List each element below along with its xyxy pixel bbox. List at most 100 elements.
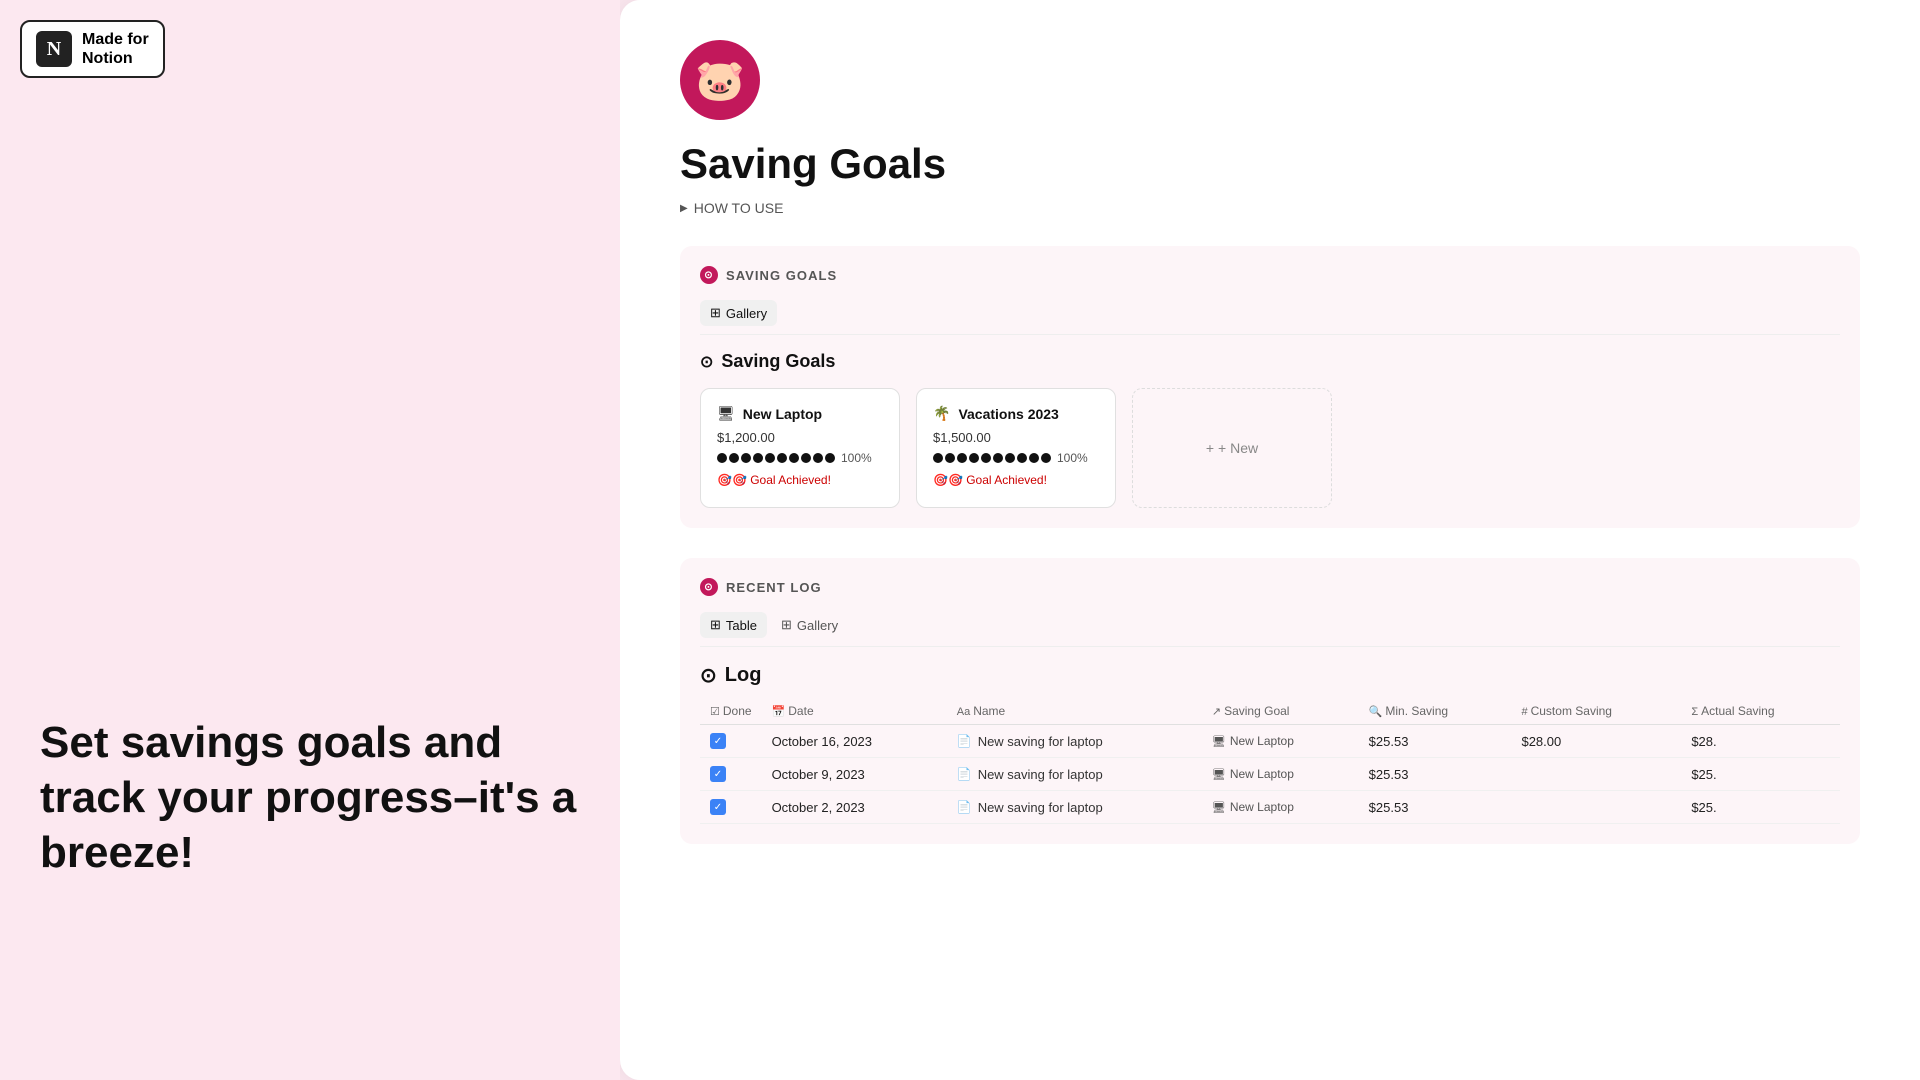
card-icon: 🌴 [933, 405, 950, 422]
gallery-tab[interactable]: ⊞ Gallery [700, 300, 777, 326]
recent-log-icon: ⊙ [700, 578, 718, 596]
th-min-saving: 🔍Min. Saving [1359, 698, 1512, 725]
dot [789, 453, 799, 463]
done-cell: ✓ [700, 725, 762, 758]
progress-pct: 100% [1057, 451, 1088, 465]
done-cell: ✓ [700, 758, 762, 791]
new-card-button[interactable]: + + New [1132, 388, 1332, 508]
date-cell: October 2, 2023 [762, 791, 947, 824]
card-amount: $1,200.00 [717, 430, 883, 445]
min-saving-cell: $25.53 [1359, 725, 1512, 758]
name-icon: 📄 [957, 734, 972, 748]
table-tab-label: Table [726, 618, 757, 633]
progress-pct: 100% [841, 451, 872, 465]
custom-saving-cell: $28.00 [1511, 725, 1681, 758]
card-title: Vacations 2023 [958, 406, 1058, 422]
page-content: 🐷 Saving Goals ▶ HOW TO USE ⊙ SAVING GOA… [620, 0, 1920, 1080]
dot [825, 453, 835, 463]
page-icon: 🐷 [680, 40, 760, 120]
progress-bar: 100% [933, 451, 1099, 465]
dot [945, 453, 955, 463]
th-actual-saving: ΣActual Saving [1681, 698, 1840, 725]
right-panel: 🐷 Saving Goals ▶ HOW TO USE ⊙ SAVING GOA… [620, 0, 1920, 1080]
date-cell: October 16, 2023 [762, 725, 947, 758]
name-icon: 📄 [957, 800, 972, 814]
saving-goal-icon: 🖥 [1212, 735, 1226, 748]
card-title-row: 🖥 New Laptop [717, 405, 883, 422]
card-vacations[interactable]: 🌴 Vacations 2023 $1,500.00 [916, 388, 1116, 508]
new-label: + New [1218, 440, 1258, 456]
table-tab[interactable]: ⊞ Table [700, 612, 767, 638]
progress-bar: 100% [717, 451, 883, 465]
actual-saving-cell: $28. [1681, 725, 1840, 758]
recent-log-label: RECENT LOG [726, 580, 822, 595]
th-done: ☑Done [700, 698, 762, 725]
dot [813, 453, 823, 463]
notion-badge: N Made for Notion [20, 20, 165, 78]
th-date: 📅Date [762, 698, 947, 725]
gallery-tab-icon: ⊞ [710, 305, 721, 321]
table-header-row: ☑Done 📅Date AaName ↗Saving Goal 🔍Min. Sa… [700, 698, 1840, 725]
custom-saving-cell [1511, 791, 1681, 824]
table-row: ✓ October 9, 2023 📄 New saving for lapto… [700, 758, 1840, 791]
name-cell: 📄 New saving for laptop [947, 725, 1202, 758]
saving-goal-icon: 🖥 [1212, 768, 1226, 781]
custom-saving-cell [1511, 758, 1681, 791]
dot [753, 453, 763, 463]
dot [969, 453, 979, 463]
log-heading-text: Log [725, 664, 762, 687]
saving-goal-cell: 🖥 New Laptop [1202, 758, 1359, 791]
table-tab-icon: ⊞ [710, 617, 721, 633]
recent-log-section: ⊙ RECENT LOG ⊞ Table ⊞ Gallery ⊙ Log [680, 558, 1860, 844]
name-cell: 📄 New saving for laptop [947, 791, 1202, 824]
card-title: New Laptop [743, 406, 822, 422]
plus-icon: + [1206, 440, 1214, 456]
dot [1041, 453, 1051, 463]
actual-saving-cell: $25. [1681, 791, 1840, 824]
dot [957, 453, 967, 463]
th-custom-saving: #Custom Saving [1511, 698, 1681, 725]
date-cell: October 9, 2023 [762, 758, 947, 791]
saving-goals-label: SAVING GOALS [726, 268, 837, 283]
notion-icon: N [36, 31, 72, 67]
card-title-row: 🌴 Vacations 2023 [933, 405, 1099, 422]
saving-goal-text: New Laptop [1230, 767, 1294, 781]
tagline: Set savings goals and track your progres… [40, 715, 580, 880]
min-saving-cell: $25.53 [1359, 791, 1512, 824]
goal-achieved: 🎯🎯 Goal Achieved! [933, 473, 1099, 487]
th-saving-goal: ↗Saving Goal [1202, 698, 1359, 725]
gallery-row: 🖥 New Laptop $1,200.00 [700, 388, 1840, 508]
done-cell: ✓ [700, 791, 762, 824]
saving-goal-text: New Laptop [1230, 734, 1294, 748]
saving-goals-section: ⊙ SAVING GOALS ⊞ Gallery ⊙ Saving Goals [680, 246, 1860, 528]
arrow-icon: ▶ [680, 203, 688, 214]
log-view-tabs: ⊞ Table ⊞ Gallery [700, 612, 1840, 647]
checkbox-checked: ✓ [710, 733, 726, 749]
saving-goal-icon: 🖥 [1212, 801, 1226, 814]
saving-goals-header: ⊙ SAVING GOALS [700, 266, 1840, 284]
left-panel: N Made for Notion Set savings goals and … [0, 0, 620, 1080]
saving-goal-cell: 🖥 New Laptop [1202, 725, 1359, 758]
name-text: New saving for laptop [978, 734, 1103, 749]
progress-dots [717, 453, 835, 463]
dot [729, 453, 739, 463]
log-icon: ⊙ [700, 663, 717, 688]
dot [1005, 453, 1015, 463]
sub-heading-text: Saving Goals [721, 351, 835, 372]
name-cell: 📄 New saving for laptop [947, 758, 1202, 791]
how-to-use-label: HOW TO USE [694, 200, 784, 216]
card-new-laptop[interactable]: 🖥 New Laptop $1,200.00 [700, 388, 900, 508]
dot [1029, 453, 1039, 463]
saving-goal-text: New Laptop [1230, 800, 1294, 814]
name-text: New saving for laptop [978, 767, 1103, 782]
saving-goal-cell: 🖥 New Laptop [1202, 791, 1359, 824]
dot [741, 453, 751, 463]
checkbox-checked: ✓ [710, 799, 726, 815]
log-gallery-tab[interactable]: ⊞ Gallery [771, 612, 848, 638]
dot [981, 453, 991, 463]
page-title: Saving Goals [680, 140, 1860, 188]
how-to-use-toggle[interactable]: ▶ HOW TO USE [680, 200, 1860, 216]
goal-achieved: 🎯🎯 Goal Achieved! [717, 473, 883, 487]
recent-log-header: ⊙ RECENT LOG [700, 578, 1840, 596]
name-text: New saving for laptop [978, 800, 1103, 815]
